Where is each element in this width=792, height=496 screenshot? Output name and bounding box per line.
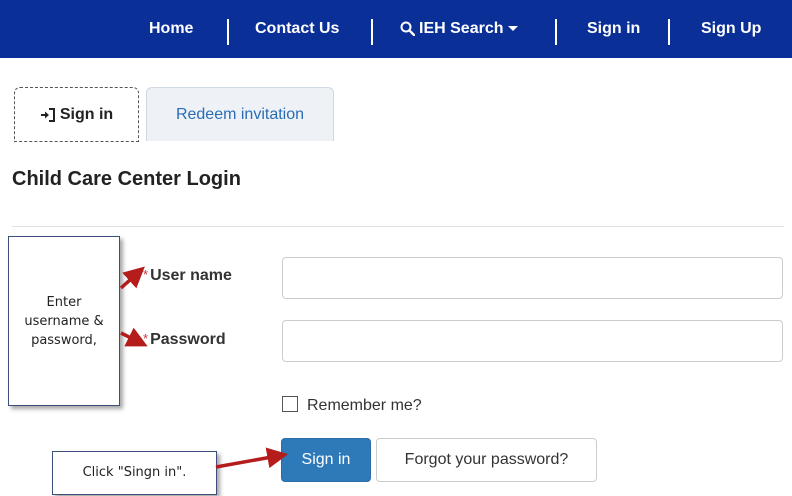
nav-separator <box>371 19 373 45</box>
nav-contact-link[interactable]: Contact Us <box>255 0 339 58</box>
required-marker: * <box>143 267 149 282</box>
nav-separator <box>555 19 557 45</box>
username-field[interactable] <box>282 257 783 299</box>
instruction-callout-credentials: Enter username & password, <box>8 236 120 406</box>
nav-home-link[interactable]: Home <box>149 0 193 58</box>
nav-signin-link[interactable]: Sign in <box>587 0 640 58</box>
required-marker: * <box>143 331 149 346</box>
tab-redeem-invitation[interactable]: Redeem invitation <box>146 87 334 141</box>
callout-line: Enter <box>46 294 82 310</box>
username-label: * User name <box>143 267 232 285</box>
password-field[interactable] <box>282 320 783 362</box>
forgot-password-button[interactable]: Forgot your password? <box>376 438 597 482</box>
username-label-text: User name <box>150 267 232 284</box>
nav-separator <box>668 19 670 45</box>
nav-separator <box>227 19 229 45</box>
search-icon <box>400 3 416 61</box>
remember-me-checkbox[interactable] <box>282 396 298 412</box>
remember-me[interactable]: Remember me? <box>282 396 422 415</box>
tab-sign-in[interactable]: Sign in <box>14 87 139 142</box>
page-title: Child Care Center Login <box>12 168 241 190</box>
arrow-to-password <box>120 327 148 347</box>
top-navbar: Home Contact Us IEH Search Sign in Sign … <box>0 0 792 58</box>
password-label-text: Password <box>150 331 226 348</box>
caret-down-icon <box>508 26 519 32</box>
nav-search-dropdown[interactable]: IEH Search <box>400 0 519 61</box>
nav-search-label: IEH Search <box>419 20 504 37</box>
tab-sign-in-label: Sign in <box>59 106 114 123</box>
callout-line: password, <box>31 332 97 348</box>
nav-signup-link[interactable]: Sign Up <box>701 0 761 58</box>
arrow-to-signin-button <box>215 447 289 469</box>
arrow-to-username <box>119 266 145 290</box>
sign-in-button[interactable]: Sign in <box>281 438 371 482</box>
sign-in-icon <box>40 91 56 144</box>
callout-line: username & <box>24 313 104 329</box>
instruction-callout-signin: Click "Singn in". <box>52 451 217 495</box>
divider <box>12 226 784 227</box>
remember-me-label: Remember me? <box>307 397 422 414</box>
password-label: * Password <box>143 331 226 349</box>
